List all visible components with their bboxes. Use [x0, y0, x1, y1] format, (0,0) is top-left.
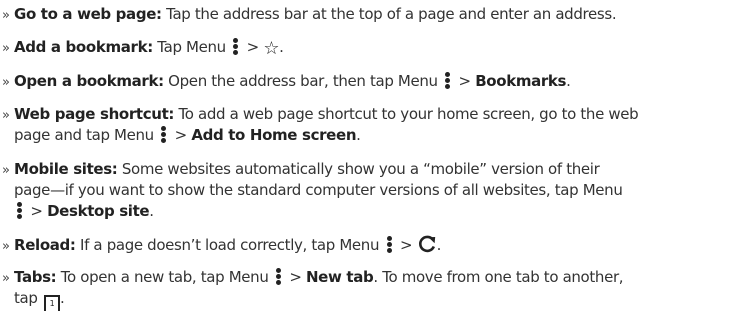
- tip-text-cont: page and tap Menu: [14, 126, 154, 144]
- tip-text-cont: page—if you want to show the standard co…: [14, 181, 623, 199]
- bullet: »: [2, 108, 10, 123]
- tip-end: .: [566, 72, 571, 90]
- bullet: »: [2, 271, 10, 286]
- tip-open-bookmark: » Open a bookmark: Open the address bar, …: [2, 71, 571, 92]
- menu-dots-icon: [231, 38, 241, 55]
- tip-title: Go to a web page:: [14, 5, 162, 23]
- tip-target: Add to Home screen: [191, 126, 357, 144]
- tip-end: .: [356, 126, 361, 144]
- tip-mobile-sites: » Mobile sites: Some websites automatical…: [2, 159, 623, 222]
- tip-target: Bookmarks: [475, 72, 567, 90]
- tab-icon: 1: [43, 295, 60, 311]
- separator: >: [26, 202, 48, 220]
- tip-text: To open a new tab, tap Menu: [56, 268, 269, 286]
- tip-end: .: [279, 38, 284, 56]
- menu-dots-icon: [274, 268, 284, 285]
- tip-text-cont: tap: [14, 289, 38, 307]
- tip-text: If a page doesn’t load correctly, tap Me…: [75, 236, 380, 254]
- tip-title: Open a bookmark:: [14, 72, 164, 90]
- tip-tabs: » Tabs: To open a new tab, tap Menu > New…: [2, 267, 624, 311]
- bullet: »: [2, 163, 10, 178]
- tip-title: Add a bookmark:: [14, 38, 153, 56]
- tip-target: Desktop site: [47, 202, 150, 220]
- separator: >: [395, 236, 417, 254]
- menu-dots-icon: [15, 202, 25, 219]
- tip-title: Web page shortcut:: [14, 105, 175, 123]
- separator: >: [242, 38, 264, 56]
- tip-text: Tap Menu: [152, 38, 226, 56]
- bullet: »: [2, 75, 10, 90]
- tip-target: New tab: [305, 268, 374, 286]
- tip-add-bookmark: » Add a bookmark: Tap Menu > ☆.: [2, 37, 284, 58]
- star-outline-icon: ☆: [263, 38, 280, 59]
- bullet: »: [2, 8, 10, 23]
- bullet: »: [2, 41, 10, 56]
- tip-title: Mobile sites:: [14, 160, 118, 178]
- tip-text: To add a web page shortcut to your home …: [174, 105, 639, 123]
- tip-end: .: [149, 202, 154, 220]
- tip-text: Some websites automatically show you a “…: [117, 160, 600, 178]
- tip-text: Open the address bar, then tap Menu: [163, 72, 438, 90]
- menu-dots-icon: [159, 126, 169, 143]
- tip-text: Tap the address bar at the top of a page…: [161, 5, 617, 23]
- menu-dots-icon: [443, 72, 453, 89]
- separator: >: [170, 126, 192, 144]
- menu-dots-icon: [385, 236, 395, 253]
- tip-reload: » Reload: If a page doesn’t load correctl…: [2, 234, 441, 255]
- tip-end: .: [59, 289, 65, 307]
- separator: >: [284, 268, 306, 286]
- tip-text-after: . To move from one tab to another,: [373, 268, 624, 286]
- separator: >: [454, 72, 476, 90]
- bullet: »: [2, 239, 10, 254]
- tip-title: Reload:: [14, 236, 76, 254]
- tip-web-page-shortcut: » Web page shortcut: To add a web page sh…: [2, 104, 639, 146]
- tip-end: .: [436, 236, 442, 254]
- reload-icon: [418, 235, 435, 253]
- tip-title: Tabs:: [14, 268, 57, 286]
- tip-go-to-web-page: » Go to a web page: Tap the address bar a…: [2, 4, 617, 25]
